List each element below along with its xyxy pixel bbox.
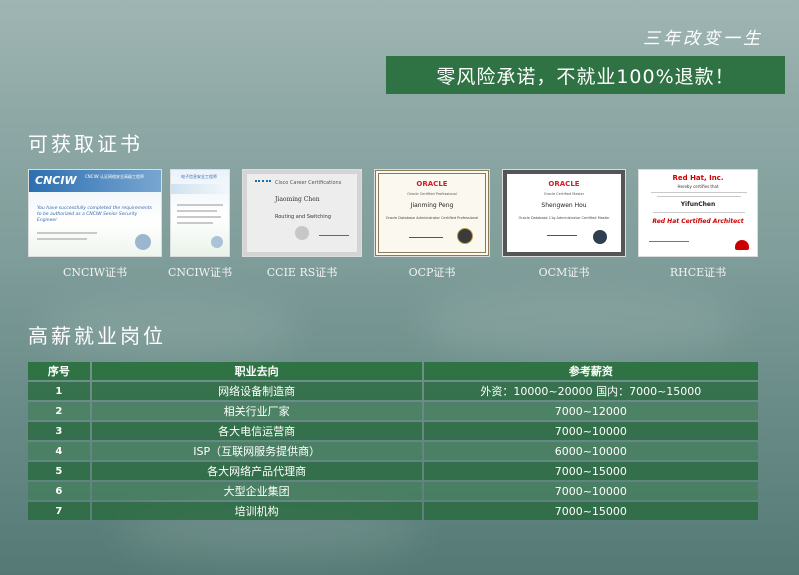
row-no: 1 (28, 382, 90, 400)
certificate-image-ocm: ORACLE Oracle Certified Master Shengwen … (502, 169, 626, 257)
cert-text: Red Hat Certified Architect (652, 218, 744, 225)
row-position: 网络设备制造商 (91, 382, 422, 400)
cert-text: You have successfully completed the requ… (37, 206, 152, 223)
row-position: 培训机构 (91, 502, 422, 520)
certificates-section-title: 可获取证书 (28, 132, 143, 156)
cert-seal-icon (593, 230, 607, 244)
row-position: 大型企业集团 (91, 482, 422, 500)
row-salary: 外资：10000~20000 国内：7000~15000 (423, 382, 758, 400)
row-salary: 7000~15000 (423, 462, 758, 480)
cisco-logo-icon (255, 180, 271, 188)
redhat-hat-icon (735, 240, 749, 250)
cert-name: Shengwen Hou (541, 202, 587, 209)
row-no: 3 (28, 422, 90, 440)
table-row: 5 各大网络产品代理商 7000~15000 (28, 462, 758, 480)
cert-text: Oracle Database 11g Administrator Certif… (518, 216, 610, 220)
cert-heading: Cisco Career Certifications (275, 180, 342, 186)
row-no: 5 (28, 462, 90, 480)
table-row: 4 ISP（互联网服务提供商） 6000~10000 (28, 442, 758, 460)
cert-caption: OCM证书 (538, 266, 590, 279)
certificate-image-rhce: Red Hat, Inc. Hereby certifies that Yifu… (638, 169, 758, 257)
cert-seal-icon (211, 236, 223, 248)
row-position: 各大网络产品代理商 (91, 462, 422, 480)
cert-caption: OCP证书 (408, 266, 456, 279)
cert-heading: Oracle Certified Master (543, 192, 585, 196)
cert-caption: RHCE证书 (669, 266, 727, 279)
slogan-text: 三年改变一生 (643, 29, 763, 49)
row-salary: 7000~12000 (423, 402, 758, 420)
cert-seal-icon (135, 234, 151, 250)
table-row: 7 培训机构 7000~15000 (28, 502, 758, 520)
cert-text: Routing and Switching (275, 214, 332, 220)
cert-heading: 电子信息安全工程师 (181, 174, 217, 179)
row-salary: 7000~10000 (423, 422, 758, 440)
cert-caption: CNCIW证书 (62, 266, 128, 279)
row-no: 2 (28, 402, 90, 420)
row-no: 6 (28, 482, 90, 500)
certificate-image-cnciw-1: CNCIW CNCIW 认证网络安全高级工程师 You have success… (28, 169, 162, 257)
certificate-image-ccie: Cisco Career Certifications Jiaoming Che… (242, 169, 362, 257)
cert-text: Oracle Database Administrator Certified … (385, 216, 479, 220)
oracle-logo: ORACLE (548, 180, 580, 188)
table-row: 3 各大电信运营商 7000~10000 (28, 422, 758, 440)
jobs-table: 序号 职业去向 参考薪资 1 网络设备制造商 外资：10000~20000 国内… (26, 360, 760, 522)
oracle-logo: ORACLE (416, 180, 448, 188)
table-header-row: 序号 职业去向 参考薪资 (28, 362, 758, 380)
row-salary: 6000~10000 (423, 442, 758, 460)
header-no: 序号 (28, 362, 90, 380)
redhat-logo: Red Hat, Inc. (672, 174, 724, 182)
row-position: 各大电信运营商 (91, 422, 422, 440)
cert-seal-icon (295, 226, 309, 240)
cert-name: Jiaoming Chen (275, 196, 320, 203)
header-position: 职业去向 (91, 362, 422, 380)
table-row: 6 大型企业集团 7000~10000 (28, 482, 758, 500)
background-cloud (420, 290, 740, 360)
cert-caption: CCIE RS证书 (266, 266, 338, 279)
row-no: 4 (28, 442, 90, 460)
cert-caption: CNCIW证书 (167, 266, 233, 279)
jobs-section-title: 高薪就业岗位 (28, 324, 166, 348)
cert-heading: CNCIW 认证网络安全高级工程师 (85, 174, 144, 179)
table-row: 2 相关行业厂家 7000~12000 (28, 402, 758, 420)
row-salary: 7000~10000 (423, 482, 758, 500)
guarantee-banner: 零风险承诺，不就业100%退款！ (386, 56, 785, 94)
cert-name: YifunChen (680, 201, 716, 208)
cert-logo: CNCIW (35, 174, 77, 187)
cert-name: Jianming Peng (410, 202, 454, 209)
certificate-image-ocp: ORACLE Oracle Certified Professional Jia… (374, 169, 490, 257)
table-row: 1 网络设备制造商 外资：10000~20000 国内：7000~15000 (28, 382, 758, 400)
header-salary: 参考薪资 (423, 362, 758, 380)
certificate-image-cnciw-2: 电子信息安全工程师 (170, 169, 230, 257)
row-no: 7 (28, 502, 90, 520)
cert-seal-icon (457, 228, 473, 244)
cert-heading: Hereby certifies that (677, 184, 719, 189)
row-salary: 7000~15000 (423, 502, 758, 520)
cert-heading: Oracle Certified Professional (407, 192, 457, 196)
row-position: ISP（互联网服务提供商） (91, 442, 422, 460)
row-position: 相关行业厂家 (91, 402, 422, 420)
